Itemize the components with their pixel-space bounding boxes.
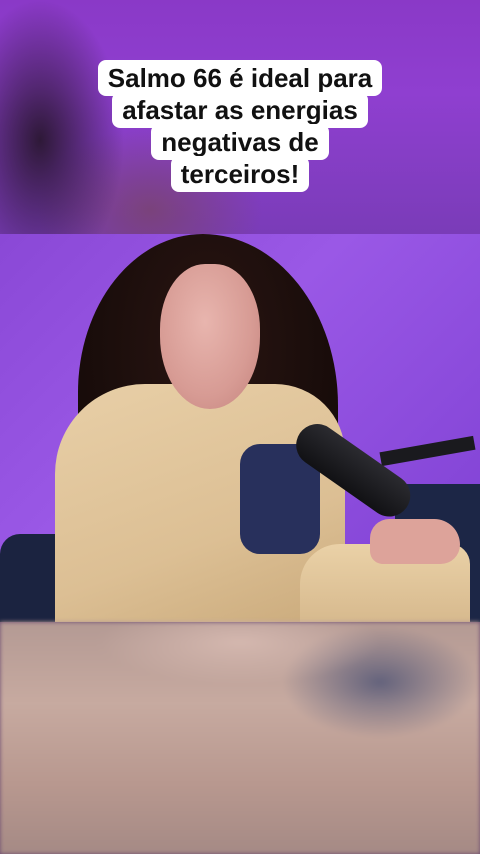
person-hand [370,519,460,564]
video-post[interactable]: Salmo 66 é ideal para afastar as energia… [0,0,480,854]
caption-line-3: negativas de [151,124,329,160]
caption-line-4: terceiros! [170,156,310,192]
mic-arm [379,435,476,467]
caption-line-1: Salmo 66 é ideal para [97,60,383,96]
video-frame[interactable] [0,234,480,622]
caption-overlay: Salmo 66 é ideal para afastar as energia… [0,60,480,192]
person-face [160,264,260,409]
blurred-background-bottom [0,622,480,854]
caption-line-2: afastar as energias [112,92,368,128]
